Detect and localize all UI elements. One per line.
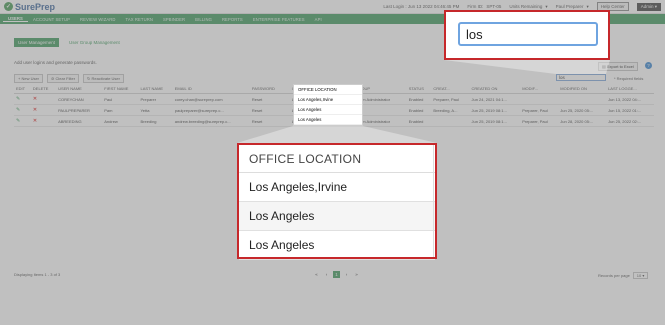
search-zoom-callout: los xyxy=(444,10,610,60)
office-location-option[interactable]: Los Angeles xyxy=(239,231,435,260)
office-location-zoom-callout: OFFICE LOCATION Los Angeles,Irvine Los A… xyxy=(237,143,437,260)
dropdown-option[interactable]: Los Angeles xyxy=(294,105,362,115)
office-location-header: OFFICE LOCATION xyxy=(239,145,435,173)
dropdown-option[interactable]: Los Angeles,Irvine xyxy=(294,95,362,105)
dropdown-header: OFFICE LOCATION xyxy=(294,85,362,95)
office-location-option[interactable]: Los Angeles xyxy=(239,202,435,231)
office-location-option[interactable]: Los Angeles,Irvine xyxy=(239,173,435,202)
office-location-dropdown-small: OFFICE LOCATION Los Angeles,Irvine Los A… xyxy=(293,84,363,126)
dropdown-option[interactable]: Los Angeles xyxy=(294,115,362,125)
search-input[interactable]: los xyxy=(458,22,598,46)
